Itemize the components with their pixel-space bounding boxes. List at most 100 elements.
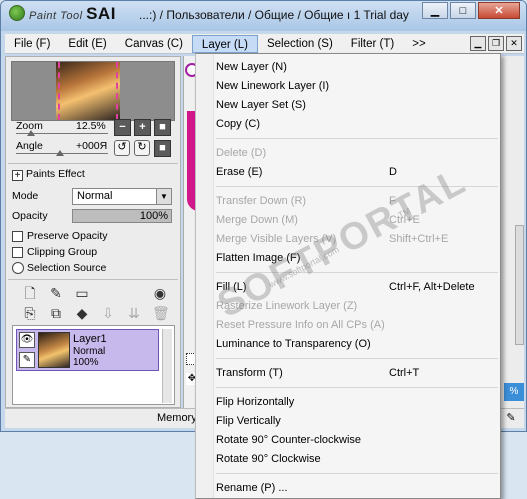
zoom-slider-thumb[interactable]	[27, 130, 35, 136]
right-panel-scrollbar[interactable]	[515, 225, 524, 345]
menu-edit[interactable]: Edit (E)	[59, 35, 115, 53]
zoom-out-button[interactable]: −	[114, 119, 131, 136]
zoom-in-button[interactable]: +	[134, 119, 151, 136]
rotate-cw-icon[interactable]: ↻	[134, 140, 150, 156]
navigator-preview[interactable]	[11, 61, 175, 121]
navigator-thumbnail	[56, 62, 120, 120]
opacity-slider[interactable]: 100%	[72, 209, 172, 223]
menubar: File (F) Edit (E) Canvas (C) Layer (L) S…	[5, 34, 524, 54]
menu-separator	[216, 473, 498, 474]
layer-menu-dropdown: New Layer (N) New Linework Layer (I) New L…	[195, 53, 501, 499]
menu-item-shortcut: D	[389, 166, 397, 178]
menu-item-label: Rotate 90° Clockwise	[216, 453, 321, 465]
pen-icon[interactable]: ✎	[19, 352, 35, 368]
chevron-down-icon: ▼	[156, 189, 171, 204]
selection-source-label: Selection Source	[27, 262, 107, 274]
menu-separator	[216, 358, 498, 359]
zoom-value: 12.5%	[76, 120, 106, 132]
menu-item-label: Flatten Image (F)	[216, 252, 301, 264]
menu-item-new-linework-layer[interactable]: New Linework Layer (I)	[216, 77, 498, 96]
zoom-reset-button[interactable]: ■	[154, 119, 171, 136]
mode-select-value: Normal	[77, 190, 113, 202]
clipping-group-checkbox[interactable]	[12, 247, 23, 258]
angle-slider-thumb[interactable]	[56, 150, 64, 156]
menu-item-label: Rasterize Linework Layer (Z)	[216, 300, 358, 312]
menu-item-rename[interactable]: Rename (P) ...	[216, 479, 498, 498]
percentage-badge: %	[504, 383, 524, 401]
paints-effect-header[interactable]: + Paints Effect	[12, 168, 85, 181]
transfer-down-icon[interactable]: ⇩	[100, 304, 116, 322]
menu-item-label: Luminance to Transparency (O)	[216, 338, 371, 350]
menu-item-label: Rename (P) ...	[216, 482, 288, 494]
opacity-value: 100%	[139, 210, 168, 222]
menu-item-merge-visible-layers: Merge Visible Layers (V) Shift+Ctrl+E	[216, 230, 498, 249]
preserve-opacity-label: Preserve Opacity	[27, 230, 108, 242]
duplicate-layer-icon[interactable]: ⧉	[48, 304, 64, 322]
menu-item-label: Flip Vertically	[216, 415, 281, 427]
mode-label: Mode	[12, 190, 39, 202]
menu-item-flip-vertically[interactable]: Flip Vertically	[216, 412, 498, 431]
layer-mode: Normal	[73, 346, 106, 357]
window-controls: ▁ □ ✕	[420, 2, 520, 19]
mode-select[interactable]: Normal ▼	[72, 188, 172, 205]
menu-item-flip-horizontally[interactable]: Flip Horizontally	[216, 393, 498, 412]
layer-thumbnail	[38, 332, 70, 368]
menu-item-erase[interactable]: Erase (E) D	[216, 163, 498, 182]
close-button[interactable]: ✕	[478, 2, 520, 19]
menu-selection[interactable]: Selection (S)	[258, 35, 342, 53]
doc-minimize-icon[interactable]: ▁	[470, 36, 486, 51]
rotate-reset-button[interactable]: ■	[154, 140, 171, 157]
expand-plus-icon: +	[12, 170, 23, 181]
menu-item-rotate-cw[interactable]: Rotate 90° Clockwise	[216, 450, 498, 469]
paints-effect-label: Paints Effect	[26, 168, 85, 180]
layer-opacity: 100%	[73, 357, 99, 368]
rotate-ccw-icon[interactable]: ↺	[114, 140, 130, 156]
menu-item-label: Fill (L)	[216, 281, 247, 293]
merge-down-icon[interactable]: ⇊	[126, 304, 142, 322]
menu-item-reset-pressure-info: Reset Pressure Info on All CPs (A)	[216, 316, 498, 335]
menu-item-new-layer-set[interactable]: New Layer Set (S)	[216, 96, 498, 115]
menu-item-flatten-image[interactable]: Flatten Image (F)	[216, 249, 498, 268]
menu-item-label: Flip Horizontally	[216, 396, 295, 408]
menu-more[interactable]: >>	[403, 35, 434, 53]
minimize-button[interactable]: ▁	[422, 2, 448, 19]
menu-item-rotate-ccw[interactable]: Rotate 90° Counter-clockwise	[216, 431, 498, 450]
eye-icon[interactable]: 👁	[19, 332, 35, 348]
menu-icon-gutter	[196, 54, 214, 498]
preserve-opacity-checkbox[interactable]	[12, 231, 23, 242]
doc-restore-icon[interactable]: ❐	[488, 36, 504, 51]
menu-item-luminance-to-transparency[interactable]: Luminance to Transparency (O)	[216, 335, 498, 354]
app-logo-icon	[9, 5, 25, 21]
menu-item-copy[interactable]: Copy (C)	[216, 115, 498, 134]
left-panel: Zoom 12.5% − + ■ Angle +000Я ↺ ↻ ■ + Pain…	[5, 56, 181, 408]
menu-item-label: Copy (C)	[216, 118, 261, 130]
clipping-group-label: Clipping Group	[27, 246, 98, 258]
erase-layer-icon[interactable]: ◆	[74, 304, 90, 322]
menu-item-label: Merge Down (M)	[216, 214, 298, 226]
menu-layer[interactable]: Layer (L)	[191, 34, 258, 53]
new-linework-layer-icon[interactable]: ✎	[48, 284, 64, 302]
delete-layer-icon[interactable]: 🗑	[152, 304, 170, 322]
menu-file[interactable]: File (F)	[5, 35, 59, 53]
layer-list-scrollbar[interactable]	[162, 329, 172, 403]
menu-item-transform[interactable]: Transform (T) Ctrl+T	[216, 364, 498, 383]
menu-item-shortcut: Ctrl+T	[389, 367, 420, 379]
menu-item-fill[interactable]: Fill (L) Ctrl+F, Alt+Delete	[216, 278, 498, 297]
selection-source-radio[interactable]	[12, 262, 24, 274]
maximize-button[interactable]: □	[450, 2, 476, 19]
layer-row[interactable]: 👁 ✎ Layer1 Normal 100%	[16, 329, 159, 371]
new-layer-set-icon[interactable]: ▭	[74, 284, 90, 302]
mask-icon[interactable]: ◉	[152, 284, 168, 302]
logo-small-text: Paint Tool	[29, 10, 83, 22]
pen-status-icon[interactable]: ✎	[504, 411, 518, 425]
menu-item-new-layer[interactable]: New Layer (N)	[216, 58, 498, 77]
menu-item-label: Transform (T)	[216, 367, 283, 379]
doc-close-icon[interactable]: ✕	[506, 36, 522, 51]
menu-filter[interactable]: Filter (T)	[342, 35, 403, 53]
titlebar[interactable]: Paint Tool SAI ...:) / Пользователи / Об…	[1, 1, 526, 31]
menu-item-merge-down: Merge Down (M) Ctrl+E	[216, 211, 498, 230]
new-layer-icon[interactable]: 🗋	[22, 284, 38, 302]
divider	[8, 163, 178, 164]
copy-layer-icon[interactable]: ⎘	[22, 304, 38, 322]
menu-canvas[interactable]: Canvas (C)	[116, 35, 192, 53]
